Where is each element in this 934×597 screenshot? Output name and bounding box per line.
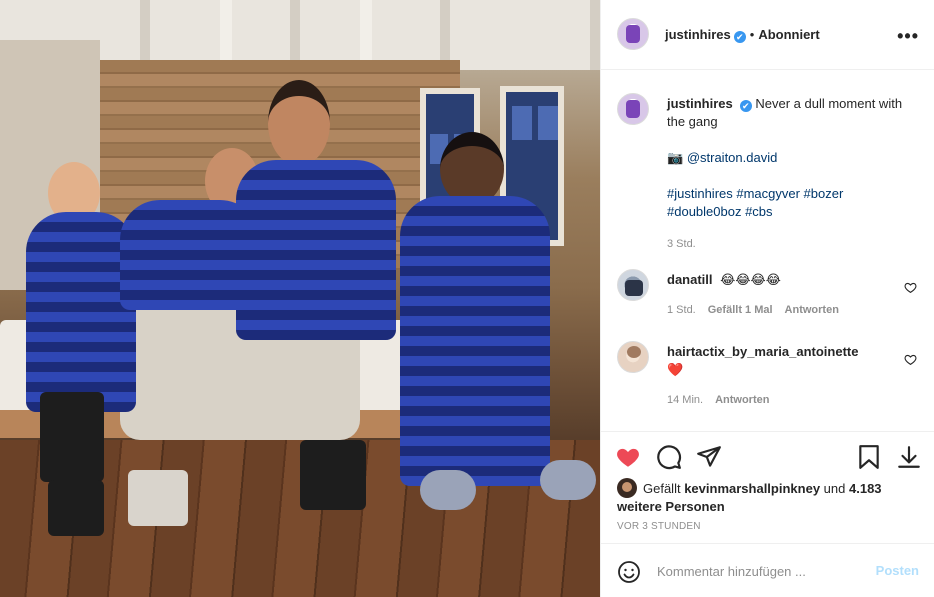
bookmark-icon[interactable] [856, 444, 882, 470]
comment-item: danatill 😂😂😂😂 1 Std. Gefällt 1 Mal Antwort… [617, 269, 921, 329]
caption-username[interactable]: justinhires [667, 96, 733, 111]
download-icon[interactable] [896, 444, 922, 470]
hashtags-line-2[interactable]: #double0boz #cbs [667, 203, 907, 221]
author-username[interactable]: justinhires [665, 27, 731, 42]
photo-sock [420, 470, 476, 510]
likes-summary: Gefällt kevinmarshallpinkney und 4.183 w… [617, 478, 917, 516]
photo-person [400, 196, 550, 486]
post-timestamp[interactable]: VOR 3 STUNDEN [617, 521, 701, 532]
comment-composer: Posten [601, 543, 934, 597]
photo-sock [540, 460, 596, 500]
comment-like-heart-icon[interactable] [904, 353, 917, 366]
comment-text-block: danatill 😂😂😂😂 1 Std. Gefällt 1 Mal Antwort… [667, 271, 907, 319]
comment-like-heart-icon[interactable] [904, 281, 917, 294]
commenter-avatar[interactable] [617, 269, 649, 301]
share-icon[interactable] [696, 444, 722, 470]
comment-meta: 1 Std. Gefällt 1 Mal Antworten [667, 301, 907, 319]
instagram-post: justinhires ✔ • Abonniert ••• justinhires ✔ … [0, 0, 934, 597]
comment-icon[interactable] [656, 444, 682, 470]
verified-badge-icon: ✔ [739, 100, 752, 112]
photo-boot [48, 480, 104, 536]
comment-text-block: hairtactix_by_maria_antoinette ❤️ 14 Min… [667, 343, 907, 409]
comment-likes-count[interactable]: Gefällt 1 Mal [708, 304, 773, 316]
post-side-panel: justinhires ✔ • Abonniert ••• justinhires ✔ … [600, 0, 934, 597]
caption: justinhires ✔ Never a dull moment with th… [617, 93, 921, 253]
post-actions: Gefällt kevinmarshallpinkney und 4.183 w… [601, 431, 934, 543]
photo-boot [300, 440, 366, 510]
liker-avatar[interactable] [617, 478, 637, 498]
caption-avatar[interactable] [617, 93, 649, 125]
comment-text: 😂😂😂😂 [720, 272, 781, 287]
more-icon[interactable]: ••• [897, 26, 919, 47]
hashtags-line-1[interactable]: #justinhires #macgyver #bozer [667, 185, 907, 203]
comment-item: hairtactix_by_maria_antoinette ❤️ 14 Min… [617, 341, 921, 411]
verified-badge-icon: ✔ [733, 31, 746, 43]
comment-time[interactable]: 1 Std. [667, 304, 696, 316]
liker-username[interactable]: kevinmarshallpinkney [684, 481, 820, 496]
comments-list: justinhires ✔ Never a dull moment with th… [601, 71, 934, 431]
caption-time[interactable]: 3 Std. [667, 235, 907, 253]
comment-reply-button[interactable]: Antworten [715, 394, 769, 406]
heart-icon[interactable] [615, 444, 641, 470]
photo-person-head [268, 80, 330, 166]
follow-status-button[interactable]: Abonniert [758, 27, 819, 42]
post-header: justinhires ✔ • Abonniert ••• [601, 0, 934, 70]
commenter-avatar[interactable] [617, 341, 649, 373]
separator-dot: • [749, 27, 755, 42]
author-avatar[interactable] [617, 18, 649, 50]
credit-mention-link[interactable]: @straiton.david [687, 150, 778, 165]
likes-conjunction: und [823, 481, 846, 496]
comment-meta: 14 Min. Antworten [667, 391, 907, 409]
comment-text: ❤️ [667, 362, 684, 377]
post-photo[interactable] [0, 0, 600, 597]
comment-username[interactable]: danatill [667, 272, 713, 287]
comment-input[interactable] [657, 560, 867, 582]
likes-prefix: Gefällt [643, 481, 681, 496]
camera-emoji: 📷 [667, 150, 684, 165]
comment-reply-button[interactable]: Antworten [785, 304, 839, 316]
photo-slipper [128, 470, 188, 526]
emoji-icon[interactable] [617, 560, 641, 584]
post-comment-button[interactable]: Posten [876, 563, 919, 578]
photo-person-head [440, 132, 504, 206]
comment-username[interactable]: hairtactix_by_maria_antoinette [667, 344, 858, 359]
caption-credit-line: 📷 @straiton.david [667, 149, 907, 167]
photo-boot [40, 392, 104, 482]
author-line: justinhires ✔ • Abonniert [665, 26, 820, 44]
caption-text-block: justinhires ✔ Never a dull moment with th… [667, 95, 907, 253]
comment-time[interactable]: 14 Min. [667, 394, 703, 406]
photo-person [236, 160, 396, 340]
